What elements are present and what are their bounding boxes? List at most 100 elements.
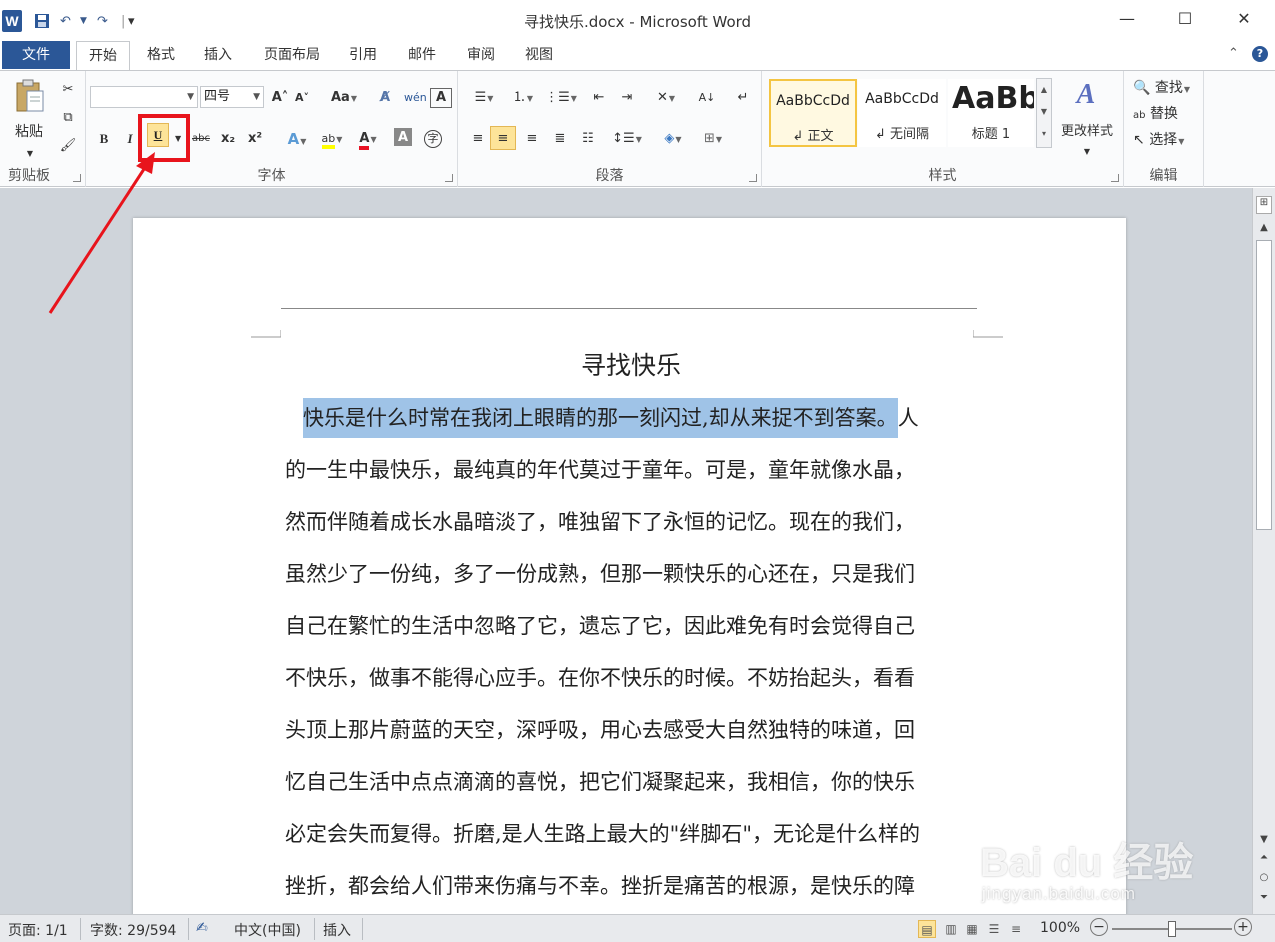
increase-indent-icon[interactable]: ⇥	[616, 85, 638, 109]
style-normal[interactable]: AaBbCcDd ↲ 正文	[769, 79, 857, 147]
tab-view[interactable]: 视图	[516, 41, 562, 70]
tab-insert[interactable]: 插入	[194, 41, 242, 70]
tab-references[interactable]: 引用	[340, 41, 386, 70]
browse-object-icon[interactable]: ○	[1256, 872, 1272, 883]
styles-scroll[interactable]: ▲ ▼ ▾	[1036, 78, 1052, 148]
character-border-button[interactable]: A	[430, 88, 452, 108]
paragraph-launcher-icon[interactable]	[749, 174, 757, 182]
decrease-indent-icon[interactable]: ⇤	[588, 85, 610, 109]
strikethrough-button[interactable]: abc	[188, 126, 214, 150]
phonetic-guide-button[interactable]: wén	[403, 85, 427, 109]
watermark-brand: Bai du 经验	[980, 841, 1194, 885]
change-styles-dropdown-icon[interactable]: ▼	[1077, 139, 1097, 163]
tab-file[interactable]: 文件	[2, 41, 70, 69]
zoom-slider-thumb[interactable]	[1168, 921, 1176, 937]
align-center-icon[interactable]: ≡	[490, 126, 516, 150]
subscript-button[interactable]: x₂	[216, 126, 240, 150]
highlight-button[interactable]: ab▼	[315, 126, 349, 150]
shrink-font-button[interactable]: A˅	[292, 85, 312, 109]
header-line	[281, 308, 977, 309]
style-heading-1[interactable]: AaBb 标题 1	[948, 79, 1034, 147]
draft-view-icon[interactable]: ≡	[1007, 920, 1025, 938]
styles-launcher-icon[interactable]	[1111, 174, 1119, 182]
paste-icon[interactable]	[14, 79, 46, 115]
tab-format[interactable]: 格式	[138, 41, 184, 70]
minimize-ribbon-icon[interactable]: ⌃	[1228, 46, 1239, 61]
word-count[interactable]: 字数: 29/594	[90, 920, 176, 940]
bullets-button[interactable]: ☰▼	[468, 85, 500, 109]
tab-mailings[interactable]: 邮件	[398, 41, 446, 70]
change-case-button[interactable]: Aa▼	[330, 85, 358, 109]
style-no-spacing[interactable]: AaBbCcDd ↲ 无间隔	[858, 79, 946, 147]
bold-button[interactable]: B	[94, 126, 114, 150]
zoom-level[interactable]: 100%	[1040, 920, 1080, 936]
style-heading-1-name: 标题 1	[971, 127, 1011, 142]
grow-font-button[interactable]: A˄	[270, 85, 290, 109]
select-button[interactable]: ↖ 选择▼	[1132, 127, 1200, 151]
font-launcher-icon[interactable]	[445, 174, 453, 182]
scroll-down-icon[interactable]: ▼	[1256, 834, 1272, 845]
insert-mode[interactable]: 插入	[323, 920, 351, 940]
page-count[interactable]: 页面: 1/1	[8, 920, 68, 940]
editing-group: 🔍 查找▼ ab 替换 ↖ 选择▼ 编辑	[1124, 71, 1204, 187]
cut-icon[interactable]: ✂	[57, 77, 79, 101]
chinese-layout-button[interactable]: ✕▼	[650, 85, 682, 109]
find-button[interactable]: 🔍 查找▼	[1132, 75, 1200, 99]
clear-formatting-icon[interactable]: A̸	[375, 85, 395, 109]
close-button[interactable]: ✕	[1224, 4, 1264, 34]
scroll-thumb[interactable]	[1256, 240, 1272, 530]
style-normal-name: ↲ 正文	[792, 129, 834, 144]
tab-page-layout[interactable]: 页面布局	[254, 41, 330, 70]
document-page[interactable]: 寻找快乐 快乐是什么时常在我闭上眼睛的那一刻闪过,却从来捉不到答案。人 的一生中…	[133, 218, 1126, 918]
maximize-button[interactable]: ☐	[1165, 4, 1205, 34]
minimize-button[interactable]: —	[1107, 4, 1147, 34]
next-page-icon[interactable]: ⏷	[1256, 892, 1272, 903]
replace-icon: ab	[1133, 110, 1146, 121]
selected-text[interactable]: 快乐是什么时常在我闭上眼睛的那一刻闪过,却从来捉不到答案。	[303, 398, 898, 438]
status-separator	[80, 918, 81, 940]
enclose-characters-button[interactable]: 字	[422, 126, 444, 150]
zoom-in-button[interactable]: +	[1234, 918, 1252, 936]
multilevel-list-button[interactable]: ⋮☰▼	[544, 85, 578, 109]
full-screen-reading-icon[interactable]: ▥	[942, 920, 960, 938]
text-effect-button[interactable]: A▼	[282, 126, 312, 150]
font-group-label: 字体	[257, 168, 286, 184]
font-size-dropdown[interactable]: 四号 ▼	[200, 86, 264, 108]
print-layout-view-icon[interactable]: ▤	[918, 920, 936, 938]
borders-button[interactable]: ⊞▼	[696, 126, 730, 150]
zoom-out-button[interactable]: −	[1090, 918, 1108, 936]
paste-dropdown-icon[interactable]: ▼	[20, 141, 40, 165]
align-right-icon[interactable]: ≡	[520, 126, 544, 150]
outline-view-icon[interactable]: ☰	[985, 920, 1003, 938]
help-icon[interactable]: ?	[1252, 46, 1268, 62]
previous-page-icon[interactable]: ⏶	[1256, 852, 1272, 863]
numbering-button[interactable]: ⒈▼	[506, 85, 540, 109]
scroll-up-icon[interactable]: ▲	[1256, 222, 1272, 233]
distributed-icon[interactable]: ☷	[576, 126, 600, 150]
copy-icon[interactable]: ⧉	[57, 105, 79, 129]
replace-button[interactable]: ab 替换	[1132, 101, 1200, 125]
clipboard-launcher-icon[interactable]	[73, 174, 81, 182]
font-color-button[interactable]: A▼	[352, 126, 384, 150]
character-shading-button[interactable]: A	[394, 128, 412, 146]
language-indicator[interactable]: 中文(中国)	[234, 920, 301, 940]
format-painter-icon[interactable]: 🖌	[57, 133, 79, 157]
sort-icon[interactable]: A↓	[696, 85, 718, 109]
show-marks-icon[interactable]: ↵	[732, 85, 754, 109]
ruler-toggle-icon[interactable]: ⊞	[1256, 196, 1272, 214]
italic-button[interactable]: I	[120, 126, 140, 150]
tab-review[interactable]: 审阅	[457, 41, 505, 70]
proofing-icon[interactable]: ✍	[196, 920, 208, 936]
shading-button[interactable]: ◈▼	[656, 126, 690, 150]
superscript-button[interactable]: x²	[243, 126, 267, 150]
change-styles-icon[interactable]: A	[1068, 79, 1104, 110]
justify-icon[interactable]: ≣	[548, 126, 572, 150]
tab-home[interactable]: 开始	[76, 41, 130, 70]
line-spacing-button[interactable]: ↕☰▼	[610, 126, 644, 150]
paragraph-line: 忆自己生活中点点滴滴的喜悦，把它们凝聚起来，我相信，你的快乐	[285, 770, 915, 794]
paste-button[interactable]: 粘贴	[6, 119, 52, 143]
font-name-dropdown[interactable]: ▼	[90, 86, 198, 108]
align-left-icon[interactable]: ≡	[466, 126, 490, 150]
vertical-scrollbar[interactable]: ⊞ ▲ ▼ ⏶ ○ ⏷	[1252, 188, 1275, 914]
web-layout-icon[interactable]: ▦	[963, 920, 981, 938]
